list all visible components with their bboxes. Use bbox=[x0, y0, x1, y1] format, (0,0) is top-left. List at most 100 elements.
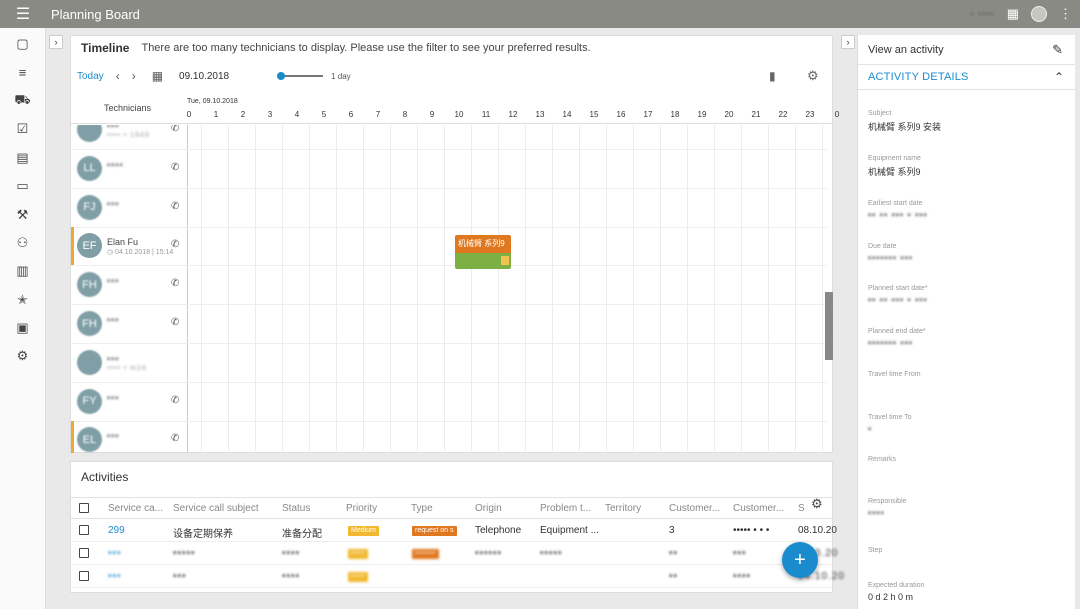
technician-row[interactable]: EF Elan Fu ◷ 04.10.2018 | 15:14 ✆ bbox=[71, 227, 827, 267]
book-icon[interactable]: ▭ bbox=[0, 172, 45, 200]
activity-panel-header: View an activity ✎ bbox=[858, 35, 1075, 65]
zoom-slider[interactable] bbox=[277, 72, 324, 80]
col-territory[interactable]: Territory bbox=[605, 503, 641, 514]
day-label: Tue, 09.10.2018 bbox=[187, 98, 238, 105]
col-s[interactable]: S bbox=[798, 503, 805, 514]
more-vert-icon[interactable]: ⋮ bbox=[1059, 6, 1072, 22]
timeline-scrollbar[interactable] bbox=[825, 292, 833, 360]
list-icon[interactable]: ≡ bbox=[0, 58, 45, 86]
technician-avatar bbox=[77, 349, 102, 375]
row-checkbox[interactable] bbox=[79, 525, 89, 535]
col-status[interactable]: Status bbox=[282, 503, 310, 514]
technician-avatar: FH bbox=[77, 311, 102, 336]
phone-icon[interactable]: ✆ bbox=[171, 125, 179, 134]
phone-icon[interactable]: ✆ bbox=[171, 278, 179, 289]
technician-row[interactable]: ••• •••• • 1949 ✆ bbox=[71, 125, 827, 150]
cell-service_call[interactable]: ••• bbox=[108, 548, 122, 559]
row-checkbox[interactable] bbox=[79, 548, 89, 558]
cell-service_call[interactable]: ••• bbox=[108, 571, 122, 582]
technician-row[interactable]: FY ••• ✆ bbox=[71, 383, 827, 422]
row-checkbox[interactable] bbox=[79, 571, 89, 581]
col-type[interactable]: Type bbox=[411, 503, 433, 514]
col-service-call[interactable]: Service ca... bbox=[108, 503, 163, 514]
phone-icon[interactable]: ✆ bbox=[171, 317, 179, 328]
timeline-settings-icon[interactable]: ⚙ bbox=[807, 68, 819, 84]
col-origin[interactable]: Origin bbox=[475, 503, 502, 514]
activity-details-section[interactable]: ACTIVITY DETAILS ⌃ bbox=[858, 65, 1076, 90]
badge-icon[interactable]: ✭ bbox=[0, 286, 45, 314]
date-picker-icon[interactable]: ▦ bbox=[152, 69, 163, 83]
select-all-checkbox[interactable] bbox=[79, 503, 89, 513]
settings-icon[interactable]: ⚙ bbox=[0, 342, 45, 370]
activities-title: Activities bbox=[81, 470, 129, 484]
expand-left-chevron-icon[interactable]: › bbox=[49, 35, 63, 49]
apps-grid-icon[interactable]: ▦ bbox=[1007, 6, 1019, 22]
activities-table-header: Service ca... Service call subject Statu… bbox=[71, 497, 834, 519]
type-badge: request on s bbox=[412, 526, 457, 536]
detail-field: Remarks bbox=[868, 456, 1068, 466]
field-label: Travel time From bbox=[868, 371, 921, 378]
user-name[interactable]: • •••• bbox=[970, 9, 994, 19]
cell-origin: Telephone bbox=[475, 525, 522, 536]
add-activity-button[interactable]: + bbox=[782, 542, 818, 578]
next-chevron-icon[interactable]: › bbox=[132, 69, 136, 83]
hour-label: 16 bbox=[616, 110, 626, 119]
zoom-slider-knob[interactable] bbox=[277, 72, 286, 80]
phone-icon[interactable]: ✆ bbox=[171, 201, 179, 212]
pin-icon bbox=[501, 256, 509, 265]
map-icon[interactable]: ▮ bbox=[769, 69, 776, 83]
briefcase-icon[interactable]: ▣ bbox=[0, 314, 45, 342]
activity-row[interactable]: 299 设备定期保养 准备分配 Medium request on s Telephone… bbox=[71, 519, 837, 542]
field-value: 机械臂 系列9 安装 bbox=[868, 122, 942, 132]
cell-problem: Equipment ... bbox=[540, 525, 599, 536]
hamburger-menu-icon[interactable]: ☰ bbox=[0, 0, 46, 28]
col-customer-2[interactable]: Customer... bbox=[733, 503, 784, 514]
detail-field: Expected duration 0 d 2 h 0 m bbox=[868, 582, 1068, 602]
hour-label: 4 bbox=[294, 110, 300, 119]
technician-row[interactable]: FH ••• ✆ bbox=[71, 305, 827, 344]
field-value: •••• bbox=[868, 508, 885, 518]
technician-row[interactable]: FH ••• ✆ bbox=[71, 266, 827, 306]
cell-origin: •••••• bbox=[475, 548, 503, 559]
wrench-icon[interactable]: ⚒ bbox=[0, 200, 45, 228]
phone-icon[interactable]: ✆ bbox=[171, 162, 179, 173]
cell-status: •••• bbox=[282, 548, 301, 559]
col-subject[interactable]: Service call subject bbox=[173, 503, 259, 514]
row-highlight-bar bbox=[71, 421, 74, 453]
expand-right-chevron-icon[interactable]: › bbox=[841, 35, 855, 49]
dispatch-icon[interactable]: ⛟ bbox=[0, 87, 45, 115]
hour-label: 14 bbox=[562, 110, 572, 119]
task-icon[interactable]: ☑ bbox=[0, 115, 45, 143]
current-date[interactable]: 09.10.2018 bbox=[179, 71, 229, 82]
scheduled-activity[interactable]: 机械臂 系列9 bbox=[455, 235, 511, 269]
phone-icon[interactable]: ✆ bbox=[171, 239, 179, 250]
phone-icon[interactable]: ✆ bbox=[171, 433, 179, 444]
technician-row[interactable]: LL •••• ✆ bbox=[71, 150, 827, 189]
activity-row[interactable]: ••• ••• •••• •••• •• •••• 04.10.20 bbox=[71, 565, 844, 588]
timeline-message: There are too many technicians to displa… bbox=[141, 42, 591, 54]
technician-name: ••• bbox=[107, 431, 120, 442]
phone-icon[interactable]: ✆ bbox=[171, 395, 179, 406]
activity-row[interactable]: ••• ••••• •••• •••• •••••• •••••• ••••• •• ••• 0.… bbox=[71, 542, 837, 565]
technician-row[interactable]: EL ••• ✆ bbox=[71, 421, 827, 453]
edit-pencil-icon[interactable]: ✎ bbox=[1052, 42, 1063, 58]
today-button[interactable]: Today bbox=[77, 71, 104, 82]
technician-row[interactable]: ••• •••• • m24 bbox=[71, 344, 827, 383]
technician-row[interactable]: FJ ••• ✆ bbox=[71, 189, 827, 228]
hour-label: 23 bbox=[805, 110, 815, 119]
calendar-icon[interactable]: ▢ bbox=[0, 30, 45, 58]
barcode-icon[interactable]: ▥ bbox=[0, 257, 45, 285]
user-avatar-icon[interactable] bbox=[1031, 6, 1047, 22]
chevron-up-icon[interactable]: ⌃ bbox=[1054, 70, 1064, 84]
clipboard-icon[interactable]: ▤ bbox=[0, 144, 45, 172]
table-settings-icon[interactable]: ⚙ bbox=[811, 496, 823, 512]
col-priority[interactable]: Priority bbox=[346, 503, 377, 514]
cell-service_call[interactable]: 299 bbox=[108, 525, 125, 536]
col-customer[interactable]: Customer... bbox=[669, 503, 720, 514]
prev-chevron-icon[interactable]: ‹ bbox=[116, 69, 120, 83]
people-icon[interactable]: ⚇ bbox=[0, 229, 45, 257]
technician-avatar: LL bbox=[77, 155, 102, 181]
col-problem-type[interactable]: Problem t... bbox=[540, 503, 591, 514]
technician-rows: ••• •••• • 1949 ✆ LL •••• ✆ FJ ••• ✆ EF Elan Fu ◷ 0… bbox=[71, 125, 834, 453]
detail-field: Subject 机械臂 系列9 安装 bbox=[868, 110, 1068, 133]
